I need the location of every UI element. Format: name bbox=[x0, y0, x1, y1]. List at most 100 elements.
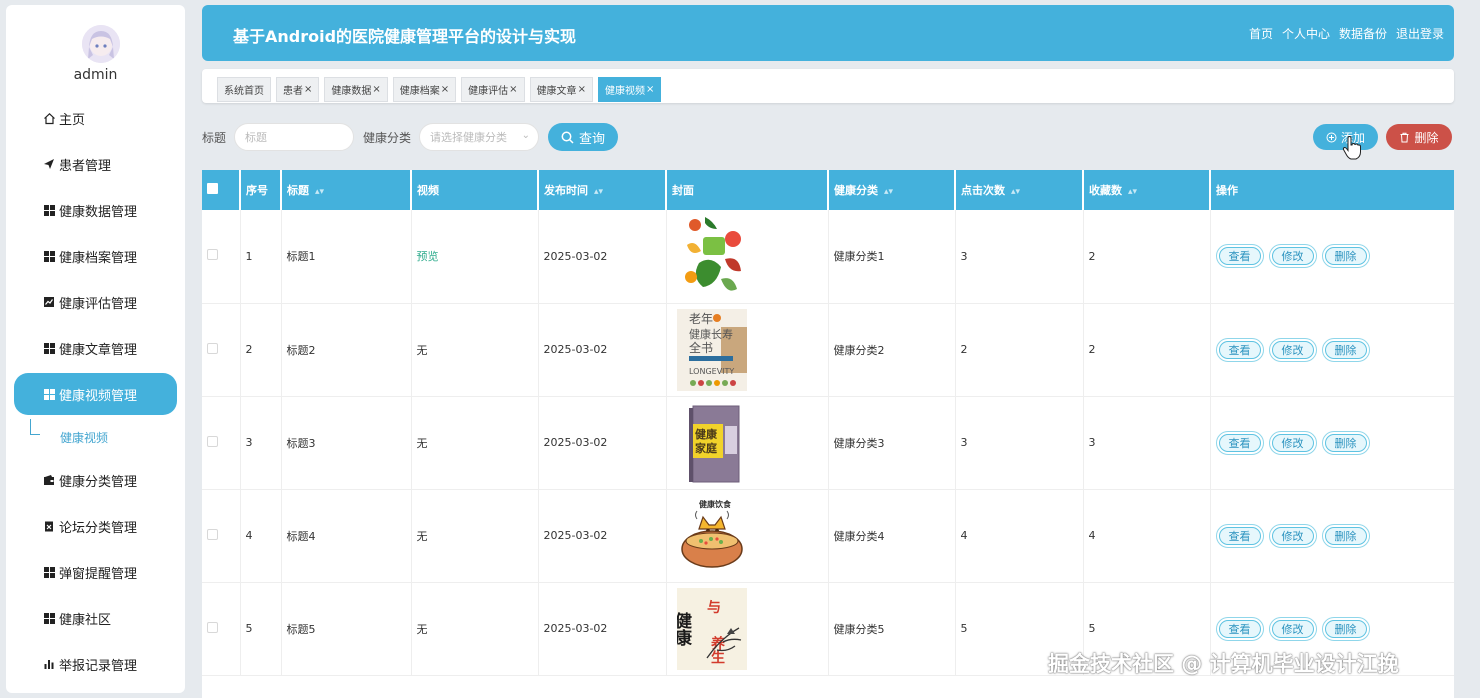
row-select-cell[interactable] bbox=[202, 396, 241, 490]
view-button[interactable]: 查看 bbox=[1215, 430, 1264, 455]
tag-health-records[interactable]: 健康档案 × bbox=[392, 77, 457, 102]
select-all-checkbox[interactable] bbox=[207, 183, 218, 194]
sidebar-item-health-assessment[interactable]: 健康评估管理 bbox=[6, 279, 185, 325]
view-button[interactable]: 查看 bbox=[1215, 337, 1264, 362]
view-button[interactable]: 查看 bbox=[1215, 616, 1264, 641]
tag-patients[interactable]: 患者 × bbox=[276, 77, 320, 102]
delete-button[interactable]: 删除 bbox=[1321, 616, 1370, 641]
delete-button[interactable]: 删除 bbox=[1321, 244, 1370, 269]
row-checkbox[interactable] bbox=[207, 621, 218, 633]
edit-button[interactable]: 修改 bbox=[1268, 616, 1317, 641]
tag-health-data[interactable]: 健康数据 × bbox=[324, 77, 388, 102]
edit-button[interactable]: 修改 bbox=[1268, 337, 1317, 362]
query-button[interactable]: 查询 bbox=[548, 123, 619, 151]
sidebar-item-health-community[interactable]: 健康社区 bbox=[6, 595, 185, 641]
no-cell: 3 bbox=[240, 396, 282, 490]
row-select-cell[interactable] bbox=[202, 303, 241, 397]
video-cell: 无 bbox=[411, 303, 539, 397]
sidebar-item-health-records[interactable]: 健康档案管理 bbox=[6, 233, 185, 279]
sort-icon[interactable]: ▴▾ bbox=[1011, 187, 1020, 197]
delete-button[interactable]: 删除 bbox=[1321, 523, 1370, 548]
view-button[interactable]: 查看 bbox=[1215, 244, 1264, 269]
delete-button[interactable]: 删除 bbox=[1321, 430, 1370, 455]
close-icon[interactable]: × bbox=[578, 84, 586, 95]
tag-health-videos[interactable]: 健康视频 × bbox=[597, 77, 662, 102]
delete-button[interactable]: 删除 bbox=[1321, 337, 1370, 362]
header-cell[interactable]: 健康分类 ▴▾ bbox=[828, 170, 956, 210]
sidebar-item-health-categories[interactable]: 健康分类管理 bbox=[6, 457, 185, 503]
header-link-logout[interactable]: 退出登录 bbox=[1396, 25, 1444, 42]
tag-health-articles[interactable]: 健康文章 × bbox=[529, 77, 593, 102]
cover-image-vegetables[interactable] bbox=[676, 215, 747, 298]
cover-text: LONGEVITY bbox=[689, 367, 734, 376]
table-header-row: 序号 标题 ▴▾ 视频 发布时间 ▴▾ 封面 健康分类 ▴▾ 点击次数 ▴▾ 收藏数 ▴▾… bbox=[202, 170, 1454, 210]
category-select[interactable]: 请选择健康分类 ⌄ bbox=[419, 123, 540, 151]
sidebar-item-report-records[interactable]: 举报记录管理 bbox=[6, 641, 185, 687]
date-cell: 2025-03-02 bbox=[538, 303, 667, 397]
category-cell: 健康分类5 bbox=[828, 582, 956, 676]
search-bar: 标题 标题 健康分类 请选择健康分类 ⌄ 查询 bbox=[202, 123, 619, 151]
sidebar-item-home[interactable]: 主页 bbox=[6, 95, 185, 141]
tag-health-assessment[interactable]: 健康评估 × bbox=[461, 77, 525, 102]
edit-button[interactable]: 修改 bbox=[1268, 523, 1317, 548]
tag-system-home[interactable]: 系统首页 bbox=[217, 77, 271, 102]
header-cell[interactable]: 发布时间 ▴▾ bbox=[538, 170, 667, 210]
header-label: 序号 bbox=[246, 184, 268, 197]
header-link-backup[interactable]: 数据备份 bbox=[1339, 25, 1387, 42]
video-preview-link[interactable]: 预览 bbox=[417, 250, 439, 263]
header-cell[interactable]: 标题 ▴▾ bbox=[281, 170, 412, 210]
batch-delete-button[interactable]: 删除 bbox=[1386, 124, 1452, 150]
cover-image-health-wellness[interactable]: 健康 与 养生 bbox=[676, 587, 747, 670]
sidebar-menu: 主页 患者管理 健康数据管理 健康档案管理 健康评估管理 健康文章管理 健康视频… bbox=[6, 95, 185, 687]
username-label: admin bbox=[73, 67, 118, 83]
cover-image-healthy-diet[interactable]: 健康饮食 bbox=[676, 494, 747, 577]
cover-text: 与 bbox=[707, 600, 721, 616]
close-icon[interactable]: × bbox=[304, 84, 312, 95]
avatar[interactable] bbox=[82, 25, 120, 63]
title-search-input[interactable]: 标题 bbox=[234, 123, 355, 151]
select-all-cell[interactable] bbox=[202, 170, 241, 210]
sort-icon[interactable]: ▴▾ bbox=[884, 187, 893, 197]
sort-icon[interactable]: ▴▾ bbox=[1128, 187, 1137, 197]
sidebar-item-health-videos[interactable]: 健康视频管理 bbox=[14, 373, 177, 415]
close-icon[interactable]: × bbox=[509, 84, 517, 95]
sidebar-subitem-health-video[interactable]: 健康视频 bbox=[6, 417, 185, 457]
header-cell[interactable]: 收藏数 ▴▾ bbox=[1083, 170, 1211, 210]
sidebar-item-label: 健康社区 bbox=[59, 612, 112, 628]
header-link-profile[interactable]: 个人中心 bbox=[1282, 25, 1330, 42]
row-checkbox[interactable] bbox=[207, 342, 218, 354]
category-cell: 健康分类2 bbox=[828, 303, 956, 397]
edit-button[interactable]: 修改 bbox=[1268, 430, 1317, 455]
row-select-cell[interactable] bbox=[202, 582, 241, 676]
close-icon[interactable]: × bbox=[372, 84, 380, 95]
row-checkbox[interactable] bbox=[207, 528, 218, 540]
close-icon[interactable]: × bbox=[441, 84, 449, 95]
cover-image-longevity-book[interactable]: 老年 健康长寿 全书 LONGEVITY bbox=[676, 308, 747, 391]
header-link-home[interactable]: 首页 bbox=[1249, 25, 1273, 42]
title-cell: 标题4 bbox=[281, 489, 412, 583]
header-cell[interactable]: 点击次数 ▴▾ bbox=[955, 170, 1084, 210]
row-select-cell[interactable] bbox=[202, 489, 241, 583]
cover-image-family-health-book[interactable]: 健康 家庭 bbox=[676, 401, 747, 484]
row-select-cell[interactable] bbox=[202, 210, 241, 304]
table-row: 1 标题1 预览 2025-03-02 健康分类1 3 2 查看 修改 删除 bbox=[202, 210, 1454, 304]
view-button[interactable]: 查看 bbox=[1215, 523, 1264, 548]
sidebar-item-health-articles[interactable]: 健康文章管理 bbox=[6, 325, 185, 371]
row-checkbox[interactable] bbox=[207, 249, 218, 261]
sidebar-item-forum-categories[interactable]: 论坛分类管理 bbox=[6, 503, 185, 549]
send-icon bbox=[42, 157, 56, 171]
sidebar-item-popup-reminders[interactable]: 弹窗提醒管理 bbox=[6, 549, 185, 595]
delete-button-label: 删除 bbox=[1414, 130, 1439, 145]
sort-icon[interactable]: ▴▾ bbox=[315, 187, 324, 197]
sidebar-item-label: 健康视频管理 bbox=[59, 388, 138, 404]
cover-cell bbox=[666, 210, 829, 304]
header-label: 标题 bbox=[287, 184, 309, 197]
edit-button[interactable]: 修改 bbox=[1268, 244, 1317, 269]
sidebar-item-health-data[interactable]: 健康数据管理 bbox=[6, 187, 185, 233]
sidebar-item-patients[interactable]: 患者管理 bbox=[6, 141, 185, 187]
sort-icon[interactable]: ▴▾ bbox=[594, 187, 603, 197]
row-checkbox[interactable] bbox=[207, 435, 218, 447]
close-icon[interactable]: × bbox=[646, 84, 654, 95]
edit-button-label: 修改 bbox=[1271, 619, 1314, 638]
video-cell: 无 bbox=[411, 396, 539, 490]
